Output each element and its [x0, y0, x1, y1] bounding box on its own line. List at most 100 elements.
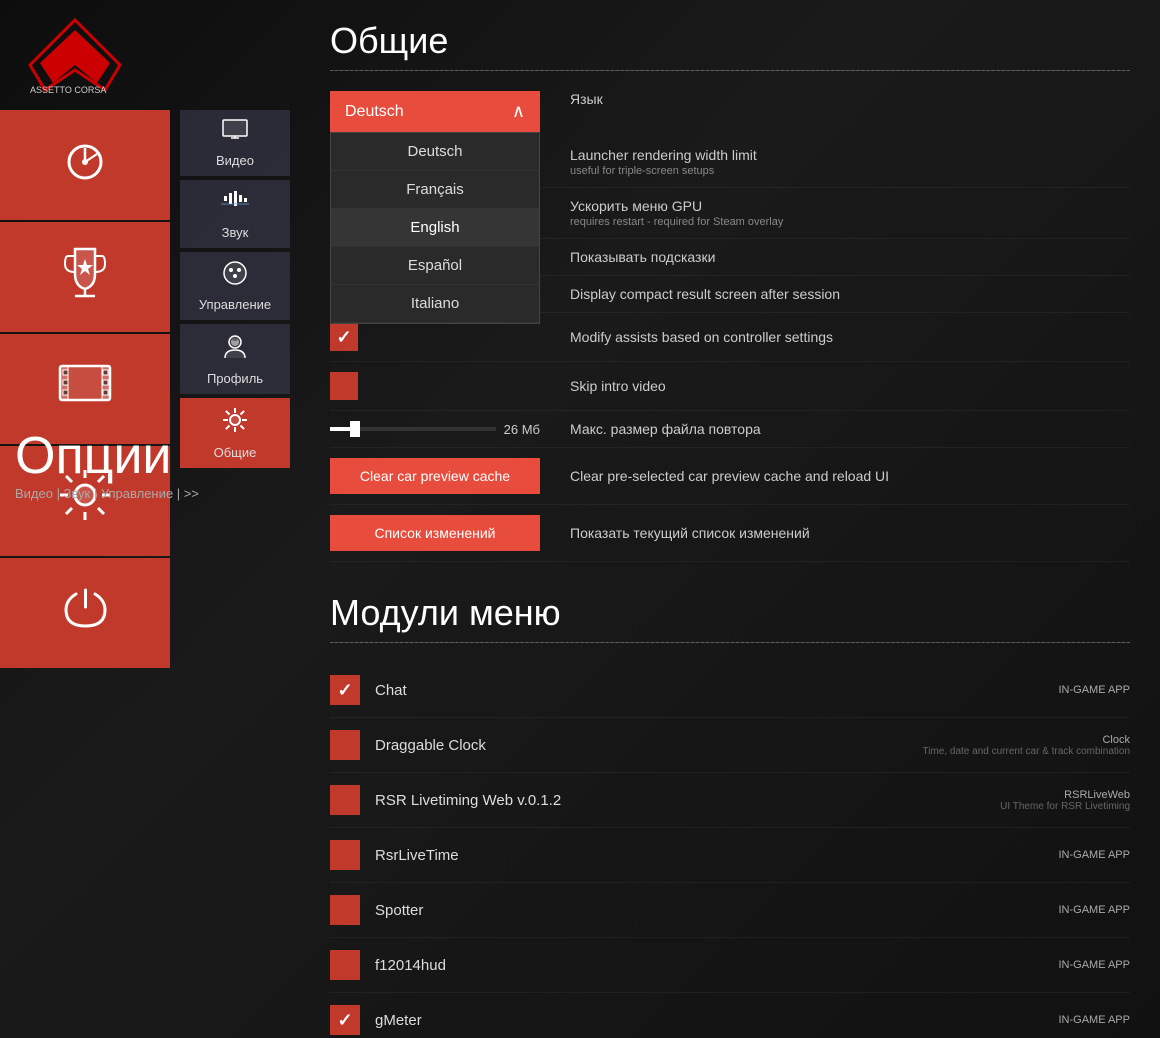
nav-tile-drive[interactable]: [0, 110, 170, 220]
modify-assists-control: [330, 323, 540, 351]
logo-area: ASSETTO CORSA: [0, 0, 290, 110]
clear-cache-label: Clear pre-selected car preview cache and…: [570, 468, 1130, 484]
gpu-menu-sublabel: requires restart - required for Steam ov…: [570, 216, 1130, 228]
nav-tile-events[interactable]: [0, 222, 170, 332]
trophy-icon: [60, 244, 110, 311]
options-title: Опции: [15, 430, 199, 482]
sidebar: ASSETTO CORSA: [0, 0, 290, 1038]
module-name-rsr-web: RSR Livetiming Web v.0.1.2: [375, 792, 1000, 809]
language-option-italiano[interactable]: Italiano: [331, 285, 539, 323]
language-option-francais[interactable]: Français: [331, 171, 539, 209]
module-name-spotter: Spotter: [375, 902, 1058, 919]
svg-text:ASSETTO CORSA: ASSETTO CORSA: [30, 85, 106, 95]
language-selected-value: Deutsch: [345, 103, 404, 121]
options-label: Опции Видео | Звук | Управление | >>: [15, 430, 199, 501]
module-name-chat: Chat: [375, 682, 1058, 699]
module-row-rsr-live: RsrLiveTime IN-GAME APP: [330, 828, 1130, 883]
module-tag-sub-rsr-web: UI Theme for RSR Livetiming: [1000, 801, 1130, 812]
module-tag-title-spotter: IN-GAME APP: [1058, 904, 1130, 916]
module-row-f12014hud: f12014hud IN-GAME APP: [330, 938, 1130, 993]
replay-slider-value: 26 Мб: [504, 422, 540, 437]
language-label-text: Язык: [570, 91, 603, 107]
setting-skip-intro: Skip intro video: [330, 362, 1130, 411]
replay-size-label: Макс. размер файла повтора: [570, 421, 1130, 437]
changelog-control: Список изменений: [330, 515, 540, 551]
general-section-title: Общие: [330, 20, 1130, 62]
module-tag-f12014hud: IN-GAME APP: [1058, 959, 1130, 971]
modules-list: Chat IN-GAME APP Draggable Clock Clock T…: [330, 663, 1130, 1038]
module-name-rsr-live: RsrLiveTime: [375, 847, 1058, 864]
setting-replay-size: 26 Мб Макс. размер файла повтора: [330, 411, 1130, 448]
module-tag-title-gmeter: IN-GAME APP: [1058, 1014, 1130, 1026]
language-option-espanol[interactable]: Español: [331, 247, 539, 285]
module-tag-rsr-web: RSRLiveWeb UI Theme for RSR Livetiming: [1000, 789, 1130, 812]
module-tag-chat: IN-GAME APP: [1058, 684, 1130, 696]
module-tag-title-f12014hud: IN-GAME APP: [1058, 959, 1130, 971]
gpu-menu-label: Ускорить меню GPU requires restart - req…: [570, 198, 1130, 228]
module-checkbox-f12014hud[interactable]: [330, 950, 360, 980]
main-content: Общие Deutsch ∧ Deutsch Français English…: [300, 0, 1160, 1038]
setting-clear-cache: Clear car preview cache Clear pre-select…: [330, 448, 1130, 505]
module-checkbox-chat[interactable]: [330, 675, 360, 705]
skip-intro-control: [330, 372, 540, 400]
module-tag-title-clock: Clock: [923, 734, 1131, 746]
launcher-width-sublabel: useful for triple-screen setups: [570, 165, 1130, 177]
language-options: Deutsch Français English Español Italian…: [330, 132, 540, 324]
nav-tiles: [0, 110, 290, 1038]
replay-size-control: 26 Мб: [330, 422, 540, 437]
compact-result-label: Display compact result screen after sess…: [570, 286, 1130, 302]
module-tag-gmeter: IN-GAME APP: [1058, 1014, 1130, 1026]
module-tag-title-chat: IN-GAME APP: [1058, 684, 1130, 696]
module-checkbox-clock[interactable]: [330, 730, 360, 760]
modify-assists-checkbox[interactable]: [330, 323, 358, 351]
clear-cache-button[interactable]: Clear car preview cache: [330, 458, 540, 494]
changelog-label: Показать текущий список изменений: [570, 525, 1130, 541]
breadcrumb: Видео | Звук | Управление | >>: [15, 486, 199, 501]
module-name-f12014hud: f12014hud: [375, 957, 1058, 974]
module-checkbox-gmeter[interactable]: [330, 1005, 360, 1035]
module-tag-title-rsr-web: RSRLiveWeb: [1000, 789, 1130, 801]
modify-assists-label: Modify assists based on controller setti…: [570, 329, 1130, 345]
module-checkbox-spotter[interactable]: [330, 895, 360, 925]
setting-changelog: Список изменений Показать текущий список…: [330, 505, 1130, 562]
module-tag-clock: Clock Time, date and current car & track…: [923, 734, 1131, 757]
language-row: Deutsch ∧ Deutsch Français English Españ…: [330, 91, 1130, 132]
drive-icon: [55, 134, 115, 196]
modules-section-title: Модули меню: [330, 592, 1130, 634]
module-checkbox-rsr-web[interactable]: [330, 785, 360, 815]
dropdown-arrow-icon: ∧: [512, 101, 525, 122]
replay-slider-row: 26 Мб: [330, 422, 540, 437]
clear-cache-control: Clear car preview cache: [330, 458, 540, 494]
module-row-rsr-web: RSR Livetiming Web v.0.1.2 RSRLiveWeb UI…: [330, 773, 1130, 828]
replay-slider-track[interactable]: [330, 427, 496, 431]
module-row-spotter: Spotter IN-GAME APP: [330, 883, 1130, 938]
skip-intro-checkbox[interactable]: [330, 372, 358, 400]
modules-divider: [330, 642, 1130, 643]
module-name-gmeter: gMeter: [375, 1012, 1058, 1029]
language-option-deutsch[interactable]: Deutsch: [331, 133, 539, 171]
film-icon: [55, 358, 115, 420]
language-option-english[interactable]: English: [331, 209, 539, 247]
modules-section: Модули меню Chat IN-GAME APP Draggable C…: [330, 592, 1130, 1038]
module-checkbox-rsr-live[interactable]: [330, 840, 360, 870]
changelog-button[interactable]: Список изменений: [330, 515, 540, 551]
general-divider: [330, 70, 1130, 71]
language-label: Язык: [570, 91, 1130, 107]
language-dropdown[interactable]: Deutsch ∧ Deutsch Français English Españ…: [330, 91, 540, 132]
power-icon: [58, 580, 113, 647]
module-tag-rsr-live: IN-GAME APP: [1058, 849, 1130, 861]
language-dropdown-selected[interactable]: Deutsch ∧: [330, 91, 540, 132]
skip-intro-label: Skip intro video: [570, 378, 1130, 394]
nav-tile-power[interactable]: [0, 558, 170, 668]
module-tag-title-rsr-live: IN-GAME APP: [1058, 849, 1130, 861]
logo: ASSETTO CORSA: [20, 15, 130, 95]
module-tag-spotter: IN-GAME APP: [1058, 904, 1130, 916]
module-row-clock: Draggable Clock Clock Time, date and cur…: [330, 718, 1130, 773]
module-row-chat: Chat IN-GAME APP: [330, 663, 1130, 718]
module-row-gmeter: gMeter IN-GAME APP: [330, 993, 1130, 1038]
hints-label: Показывать подсказки: [570, 249, 1130, 265]
launcher-width-label: Launcher rendering width limit useful fo…: [570, 147, 1130, 177]
replay-slider-thumb: [350, 421, 360, 437]
module-name-clock: Draggable Clock: [375, 737, 923, 754]
module-tag-sub-clock: Time, date and current car & track combi…: [923, 746, 1131, 757]
